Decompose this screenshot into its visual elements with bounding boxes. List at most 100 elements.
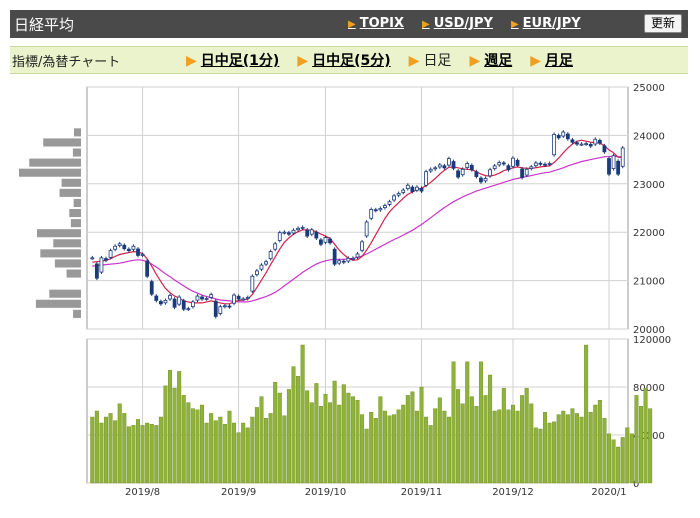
usdjpy-link[interactable]: ▶ USD/JPY xyxy=(422,16,493,31)
price-volume-bar xyxy=(61,178,81,187)
volume-bar xyxy=(625,427,630,484)
volume-bar xyxy=(94,410,99,484)
x-tick-label: 2019/10 xyxy=(305,487,347,498)
volume-bar xyxy=(291,366,296,484)
period-monthly[interactable]: ▶ 月足 xyxy=(530,50,573,70)
volume-bar xyxy=(350,396,355,484)
volume-bar xyxy=(177,371,182,484)
candle-body xyxy=(181,300,186,310)
refresh-button[interactable]: 更新 xyxy=(643,14,682,33)
candle-body xyxy=(479,177,483,183)
volume-bar xyxy=(611,439,616,484)
candle-body xyxy=(520,168,525,178)
candle-body xyxy=(506,165,511,171)
volume-bar xyxy=(556,414,561,484)
candle-body xyxy=(268,251,273,260)
candle-body xyxy=(547,163,552,165)
candle-body xyxy=(113,245,118,250)
candle-body xyxy=(415,186,419,191)
candle-body xyxy=(213,300,218,317)
candle-body xyxy=(501,162,506,165)
triangle-right-icon: ▶ xyxy=(422,19,430,30)
volume-bar xyxy=(419,386,424,484)
volume-bar xyxy=(309,402,314,484)
eurjpy-link-label: EUR/JPY xyxy=(522,16,581,31)
candle-body xyxy=(341,260,346,263)
price-volume-bar xyxy=(40,249,81,258)
price-volume-bar xyxy=(73,309,81,318)
volume-bar xyxy=(277,392,282,484)
volume-bar xyxy=(140,425,145,484)
candle-body xyxy=(154,295,159,301)
price-volume-bar xyxy=(70,219,81,228)
volume-bar xyxy=(584,344,589,484)
volume-bar xyxy=(387,415,392,484)
volume-bar xyxy=(245,427,250,484)
price-volume-bar xyxy=(19,168,81,177)
volume-bar xyxy=(286,389,291,484)
candle-body xyxy=(104,258,108,261)
volume-bar xyxy=(268,413,273,484)
volume-bar xyxy=(579,416,584,484)
x-tick-label: 2019/8 xyxy=(125,487,160,498)
candle-body xyxy=(255,270,259,276)
topix-link[interactable]: ▶ TOPIX xyxy=(348,16,404,31)
candle-body xyxy=(611,155,616,170)
volume-bar xyxy=(305,390,310,484)
candle-body xyxy=(529,166,534,169)
period-weekly[interactable]: ▶ 週足 xyxy=(469,50,512,70)
candle-body xyxy=(396,193,401,196)
period-intraday-1min[interactable]: ▶ 日中足(1分) xyxy=(186,50,279,70)
volume-bar xyxy=(497,409,502,484)
candle-body xyxy=(515,159,520,166)
volume-bar xyxy=(634,395,639,484)
period-intraday-5min[interactable]: ▶ 日中足(5分) xyxy=(297,50,390,70)
candle-body xyxy=(236,295,241,300)
volume-bar xyxy=(506,409,511,484)
volume-bar xyxy=(456,389,461,484)
candle-body xyxy=(309,229,314,235)
candle-body xyxy=(364,221,369,237)
volume-bar xyxy=(446,416,451,484)
candle-body xyxy=(259,264,264,270)
x-tick-label: 2019/12 xyxy=(492,487,534,498)
triangle-right-icon: ▶ xyxy=(510,19,519,30)
candle-body xyxy=(565,133,570,140)
candle-body xyxy=(186,308,191,311)
candle-body xyxy=(291,229,296,234)
volume-bar xyxy=(533,427,538,484)
volume-bar xyxy=(639,406,644,484)
candle-body xyxy=(232,294,236,304)
volume-bar xyxy=(460,403,465,484)
volume-bar xyxy=(469,396,474,484)
volume-bar xyxy=(168,370,173,484)
x-tick-label: 2019/11 xyxy=(401,487,443,498)
volume-bar xyxy=(332,380,337,484)
candle-body xyxy=(597,140,602,144)
volume-bar xyxy=(602,418,607,484)
candle-body xyxy=(158,301,163,305)
candle-body xyxy=(126,248,131,251)
candle-body xyxy=(469,164,474,171)
volume-bar xyxy=(588,412,593,484)
candle-body xyxy=(149,281,154,295)
candle-body xyxy=(360,241,364,251)
candle-body xyxy=(392,195,396,201)
candle-body xyxy=(99,257,104,273)
volume-bar xyxy=(410,391,415,484)
nikkei-chart: 2000021000220002300024000250000400008000… xyxy=(19,83,671,498)
volume-bar xyxy=(236,432,241,484)
candle-body xyxy=(172,298,177,308)
volume-bar xyxy=(108,413,113,484)
candle-body xyxy=(419,187,424,192)
volume-bar xyxy=(465,361,470,484)
volume-bar xyxy=(373,418,378,484)
candle-body xyxy=(602,145,607,153)
volume-bar xyxy=(213,420,218,484)
candle-body xyxy=(227,305,232,308)
period-label: 日足 xyxy=(423,53,452,69)
eurjpy-link[interactable]: ▶ EUR/JPY xyxy=(511,16,581,31)
volume-bar xyxy=(337,404,342,484)
volume-bar xyxy=(620,437,625,484)
volume-bar xyxy=(405,395,410,484)
